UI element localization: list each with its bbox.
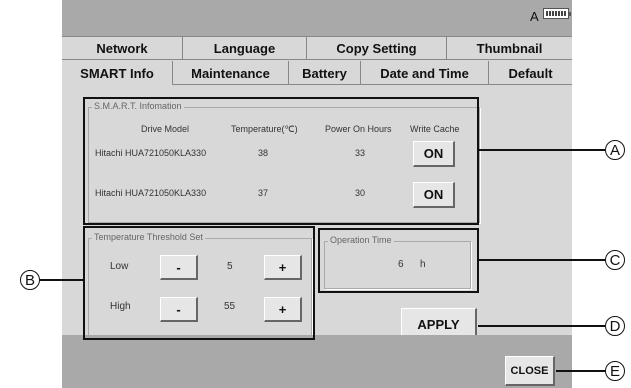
tab-language[interactable]: Language — [182, 36, 306, 60]
callout-b: B — [20, 270, 40, 290]
tab-network[interactable]: Network — [62, 36, 182, 60]
battery-icon — [543, 8, 571, 19]
callout-b-outline — [83, 226, 315, 340]
tab-copy-setting[interactable]: Copy Setting — [306, 36, 446, 60]
callout-a: A — [605, 140, 625, 160]
callout-a-outline — [83, 97, 479, 225]
tab-battery[interactable]: Battery — [288, 61, 360, 85]
callout-c: C — [605, 250, 625, 270]
callout-c-outline — [318, 228, 479, 293]
callout-e: E — [605, 361, 625, 381]
callout-c-line — [479, 259, 605, 261]
callout-b-line — [40, 279, 83, 281]
callout-e-line — [556, 370, 605, 372]
bottom-bar — [62, 335, 572, 388]
tab-default[interactable]: Default — [488, 61, 572, 85]
tab-smart-info[interactable]: SMART Info — [62, 61, 172, 85]
callout-d: D — [605, 316, 625, 336]
close-button[interactable]: CLOSE — [505, 356, 555, 386]
title-bar — [62, 0, 572, 36]
callout-a-line — [479, 149, 605, 151]
status-indicator: A — [530, 9, 539, 24]
callout-d-line — [478, 325, 605, 327]
tab-thumbnail[interactable]: Thumbnail — [446, 36, 572, 60]
tab-date-and-time[interactable]: Date and Time — [360, 61, 488, 85]
tab-maintenance[interactable]: Maintenance — [172, 61, 288, 85]
